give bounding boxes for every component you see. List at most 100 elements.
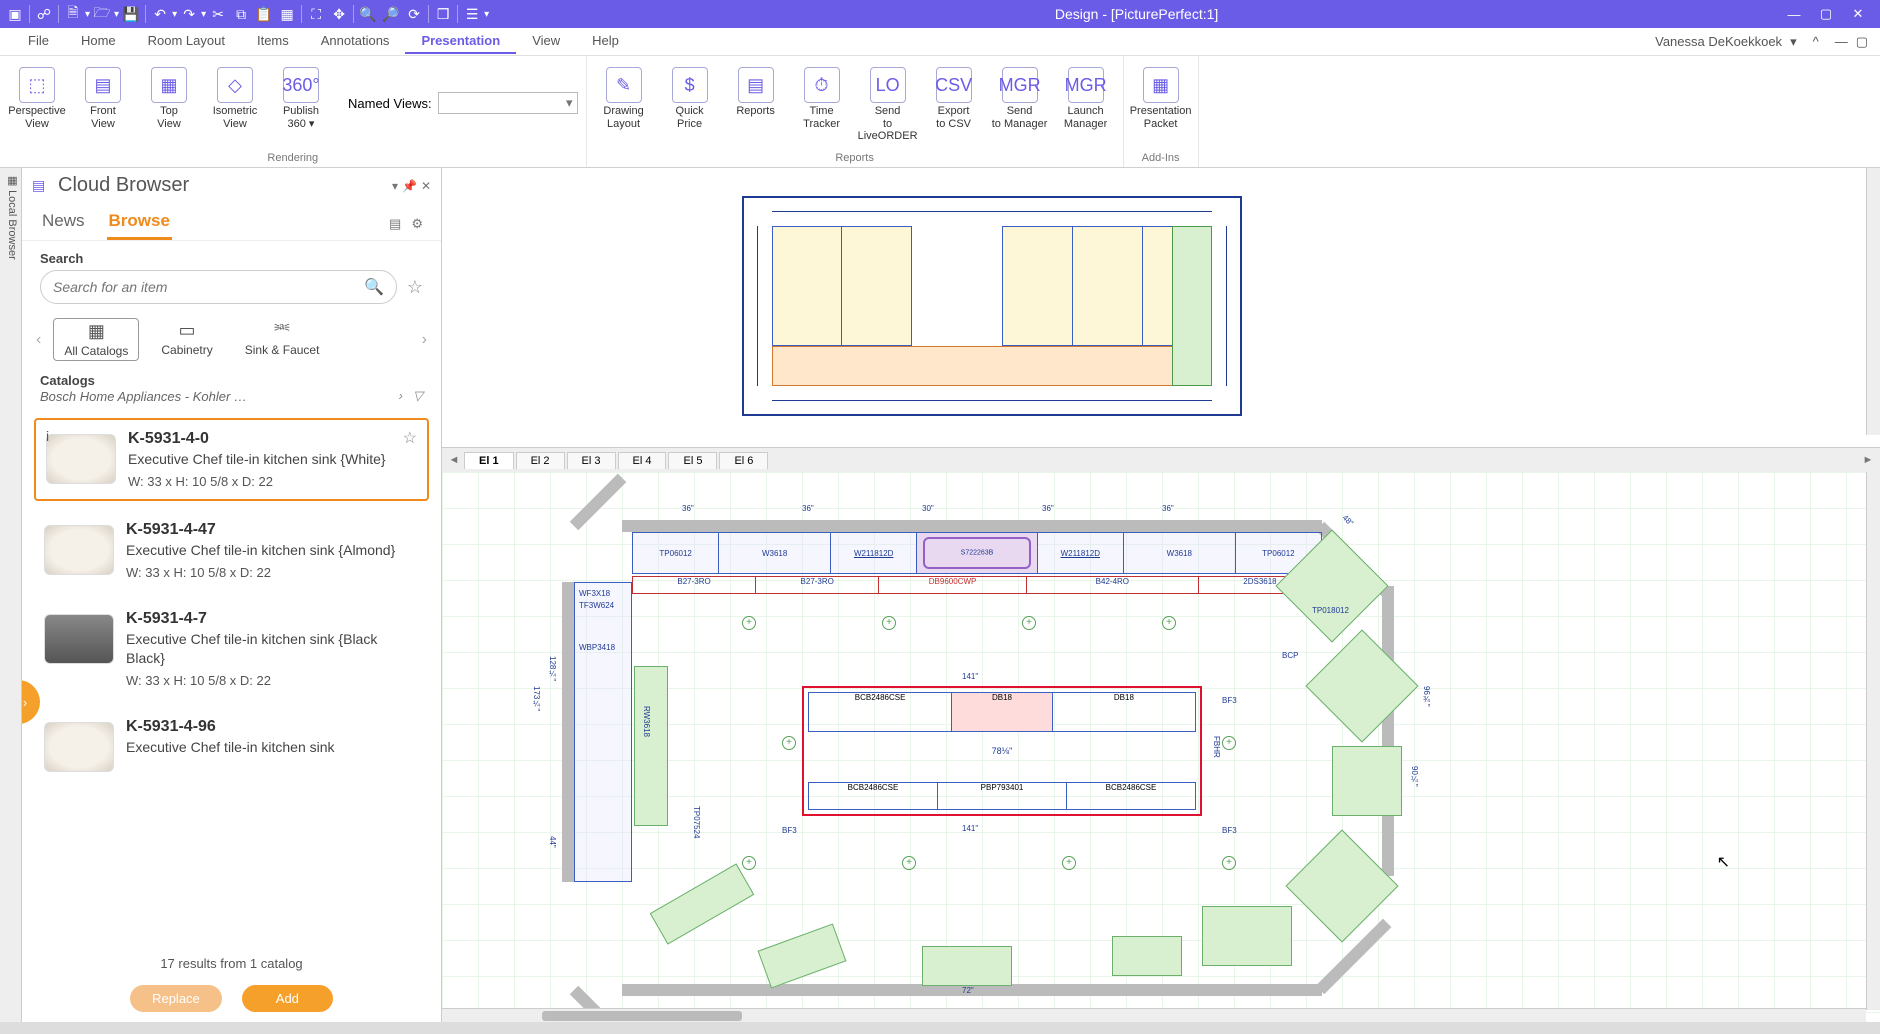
product-card[interactable]: i☆K-5931-4-0Executive Chef tile-in kitch…	[34, 418, 429, 501]
people-icon[interactable]: ☍	[33, 3, 55, 25]
ribbon-send-to-manager[interactable]: MGRSendto Manager	[991, 63, 1049, 143]
product-card[interactable]: K-5931-4-96Executive Chef tile-in kitche…	[34, 708, 429, 782]
ribbon-quick-price[interactable]: $QuickPrice	[661, 63, 719, 143]
product-card[interactable]: K-5931-4-47Executive Chef tile-in kitche…	[34, 511, 429, 590]
ribbon-collapse-icon[interactable]: ^	[1813, 34, 1819, 49]
undo-icon[interactable]: ↶	[149, 3, 171, 25]
select-icon[interactable]: ▦	[276, 3, 298, 25]
cabinet-label: FBHR	[1212, 736, 1221, 758]
user-name[interactable]: Vanessa DeKoekkoek	[1655, 34, 1782, 49]
add-marker-icon[interactable]: +	[1062, 856, 1076, 870]
tab-next-icon[interactable]: ►	[1860, 454, 1876, 466]
elevation-tab[interactable]: El 3	[567, 452, 616, 469]
add-marker-icon[interactable]: +	[1162, 616, 1176, 630]
list-view-icon[interactable]: ▤	[389, 216, 401, 232]
close-button[interactable]: ✕	[1844, 4, 1872, 24]
box-icon[interactable]: ❒	[432, 3, 454, 25]
user-dropdown-icon[interactable]: ▾	[1790, 34, 1797, 50]
menu-item-presentation[interactable]: Presentation	[405, 29, 516, 54]
add-marker-icon[interactable]: +	[1222, 856, 1236, 870]
elevation-viewport[interactable]	[442, 168, 1880, 448]
filter-icon[interactable]: ▽	[413, 388, 423, 404]
menu-item-home[interactable]: Home	[65, 29, 132, 54]
menu-item-room-layout[interactable]: Room Layout	[132, 29, 241, 54]
ribbon-front-view[interactable]: ▤FrontView	[74, 63, 132, 143]
menu-item-file[interactable]: File	[12, 29, 65, 54]
search-icon[interactable]: 🔍	[364, 277, 384, 297]
refresh-icon[interactable]: ⟳	[403, 3, 425, 25]
app-icon[interactable]: ▣	[4, 3, 26, 25]
elevation-tab[interactable]: El 6	[719, 452, 768, 469]
ribbon-time-tracker[interactable]: ⏱TimeTracker	[793, 63, 851, 143]
elevation-tab[interactable]: El 5	[668, 452, 717, 469]
replace-button[interactable]: Replace	[130, 985, 222, 1012]
category-next-icon[interactable]: ›	[422, 331, 427, 349]
add-marker-icon[interactable]: +	[782, 736, 796, 750]
save-icon[interactable]: 💾	[120, 3, 142, 25]
copy-icon[interactable]: ⧉	[230, 3, 252, 25]
info-icon[interactable]: i	[46, 428, 49, 444]
category-sink-faucet[interactable]: ⎃Sink & Faucet	[235, 318, 330, 361]
floorplan-viewport[interactable]: TP06012 W3618 W211812D S722263B W211812D…	[442, 472, 1880, 1022]
scrollbar-vertical[interactable]	[1866, 472, 1880, 1010]
menu-item-view[interactable]: View	[516, 29, 576, 54]
ribbon-presentation-packet[interactable]: ▦PresentationPacket	[1132, 63, 1190, 143]
category-cabinetry[interactable]: ▭Cabinetry	[151, 318, 222, 361]
product-card[interactable]: K-5931-4-7Executive Chef tile-in kitchen…	[34, 600, 429, 697]
redo-icon[interactable]: ↷	[178, 3, 200, 25]
mdi-restore-icon[interactable]: ▢	[1856, 34, 1868, 50]
tab-prev-icon[interactable]: ◄	[446, 454, 462, 466]
open-icon[interactable]: 🗁	[91, 3, 113, 25]
add-marker-icon[interactable]: +	[882, 616, 896, 630]
pin-icon[interactable]: 📌	[402, 179, 417, 193]
add-marker-icon[interactable]: +	[902, 856, 916, 870]
ribbon-launch-manager[interactable]: MGRLaunchManager	[1057, 63, 1115, 143]
paste-icon[interactable]: 📋	[253, 3, 275, 25]
zoom-out-icon[interactable]: 🔍	[357, 3, 379, 25]
cloud-tab-news[interactable]: News	[40, 207, 87, 240]
ribbon-drawing-layout[interactable]: ✎DrawingLayout	[595, 63, 653, 143]
menu-item-help[interactable]: Help	[576, 29, 635, 54]
settings-gear-icon[interactable]: ⚙	[411, 216, 423, 232]
cloud-tab-browse[interactable]: Browse	[107, 207, 172, 240]
add-marker-icon[interactable]: +	[1222, 736, 1236, 750]
category-prev-icon[interactable]: ‹	[36, 331, 41, 349]
panel-close-icon[interactable]: ✕	[421, 179, 431, 193]
ribbon-top-view[interactable]: ▦TopView	[140, 63, 198, 143]
add-button[interactable]: Add	[242, 985, 333, 1012]
scrollbar-horizontal[interactable]	[442, 1008, 1866, 1022]
layers-icon[interactable]: ☰	[461, 3, 483, 25]
elevation-tab[interactable]: El 1	[464, 452, 514, 469]
elevation-tab[interactable]: El 4	[618, 452, 667, 469]
mdi-minimize-icon[interactable]: ―	[1835, 34, 1848, 49]
scrollbar-vertical[interactable]	[1866, 168, 1880, 435]
search-input[interactable]	[53, 279, 364, 295]
catalogs-more-icon[interactable]: ›	[399, 388, 403, 404]
add-marker-icon[interactable]: +	[742, 856, 756, 870]
named-views-dropdown[interactable]: ▾	[438, 92, 578, 114]
menu-item-annotations[interactable]: Annotations	[305, 29, 406, 54]
ribbon-reports[interactable]: ▤Reports	[727, 63, 785, 143]
category-all-catalogs[interactable]: ▦All Catalogs	[53, 318, 139, 361]
cut-icon[interactable]: ✂	[207, 3, 229, 25]
new-icon[interactable]: 🗎	[62, 3, 84, 25]
ribbon-publish-360-[interactable]: 360°Publish360 ▾	[272, 63, 330, 143]
favorite-star-icon[interactable]: ☆	[403, 428, 417, 448]
ribbon-perspective-view[interactable]: ⬚PerspectiveView	[8, 63, 66, 143]
pan-icon[interactable]: ✥	[328, 3, 350, 25]
add-marker-icon[interactable]: +	[742, 616, 756, 630]
local-browser-tab[interactable]: ▦ Local Browser	[0, 168, 22, 1022]
minimize-button[interactable]: ―	[1780, 4, 1808, 24]
zoom-in-icon[interactable]: 🔎	[380, 3, 402, 25]
ribbon-isometric-view[interactable]: ◇IsometricView	[206, 63, 264, 143]
menu-item-items[interactable]: Items	[241, 29, 305, 54]
ribbon-export-to-csv[interactable]: CSVExportto CSV	[925, 63, 983, 143]
extents-icon[interactable]: ⛶	[305, 3, 327, 25]
dim-label: 141"	[962, 824, 978, 833]
favorites-star-icon[interactable]: ☆	[407, 277, 423, 298]
elevation-tab[interactable]: El 2	[516, 452, 565, 469]
add-marker-icon[interactable]: +	[1022, 616, 1036, 630]
panel-dropdown-icon[interactable]: ▾	[392, 179, 398, 193]
ribbon-send-to-liveorder[interactable]: LOSendto LiveORDER	[859, 63, 917, 143]
maximize-button[interactable]: ▢	[1812, 4, 1840, 24]
